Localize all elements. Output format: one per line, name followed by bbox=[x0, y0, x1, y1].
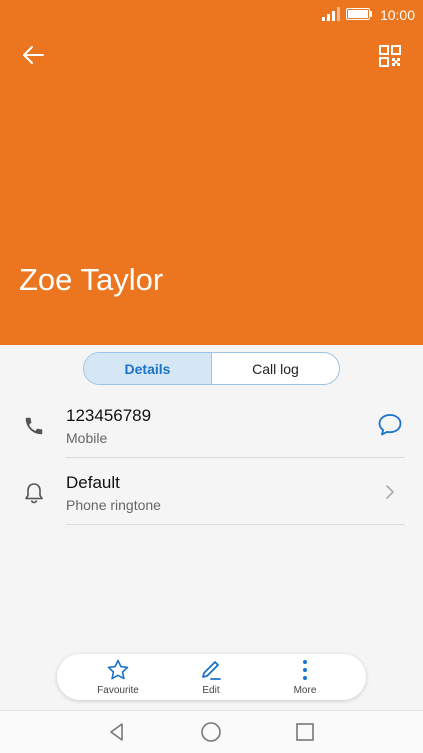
status-bar: 10:00 bbox=[0, 0, 423, 30]
phone-icon bbox=[21, 413, 47, 439]
phone-number: 123456789 bbox=[66, 406, 152, 425]
favourite-button[interactable]: Favourite bbox=[78, 654, 158, 700]
bell-icon bbox=[21, 480, 47, 506]
edit-label: Edit bbox=[202, 685, 220, 696]
back-triangle-icon bbox=[110, 723, 123, 741]
edit-button[interactable]: Edit bbox=[171, 654, 251, 700]
recents-square-icon bbox=[296, 723, 314, 741]
battery-tip bbox=[370, 11, 372, 17]
ringtone-name: Default bbox=[66, 473, 120, 492]
arrow-left-icon bbox=[23, 46, 44, 64]
contact-action-bar: Favourite Edit More bbox=[57, 654, 366, 700]
tab-details[interactable]: Details bbox=[84, 353, 212, 384]
tab-switcher: Details Call log bbox=[83, 352, 340, 385]
divider bbox=[66, 457, 405, 458]
back-button[interactable] bbox=[18, 40, 48, 70]
battery-icon bbox=[346, 8, 370, 20]
nav-home-button[interactable] bbox=[200, 721, 222, 743]
phone-type: Mobile bbox=[66, 430, 108, 446]
more-button[interactable]: More bbox=[265, 654, 345, 700]
system-navigation-bar bbox=[0, 710, 423, 753]
star-icon bbox=[107, 659, 129, 680]
status-time: 10:00 bbox=[379, 7, 415, 23]
ringtone-row[interactable]: Default Phone ringtone bbox=[0, 462, 423, 525]
qr-code-icon bbox=[379, 45, 401, 67]
contact-header: 10:00 Zoe Taylor bbox=[0, 0, 423, 345]
home-circle-icon bbox=[201, 722, 221, 742]
nav-back-button[interactable] bbox=[106, 721, 128, 743]
more-vertical-icon bbox=[303, 660, 307, 680]
tab-call-log[interactable]: Call log bbox=[212, 353, 339, 384]
message-icon bbox=[378, 414, 402, 436]
send-message-button[interactable] bbox=[376, 411, 404, 439]
phone-number-row[interactable]: 123456789 Mobile bbox=[0, 395, 423, 458]
divider bbox=[66, 524, 405, 525]
qr-code-button[interactable] bbox=[376, 42, 404, 70]
pencil-icon bbox=[202, 661, 221, 680]
chevron-right-icon bbox=[380, 482, 400, 502]
contact-name: Zoe Taylor bbox=[19, 262, 164, 297]
signal-icon bbox=[322, 7, 340, 21]
more-label: More bbox=[293, 685, 317, 696]
nav-recents-button[interactable] bbox=[294, 721, 316, 743]
favourite-label: Favourite bbox=[97, 685, 139, 696]
ringtone-type: Phone ringtone bbox=[66, 497, 161, 513]
